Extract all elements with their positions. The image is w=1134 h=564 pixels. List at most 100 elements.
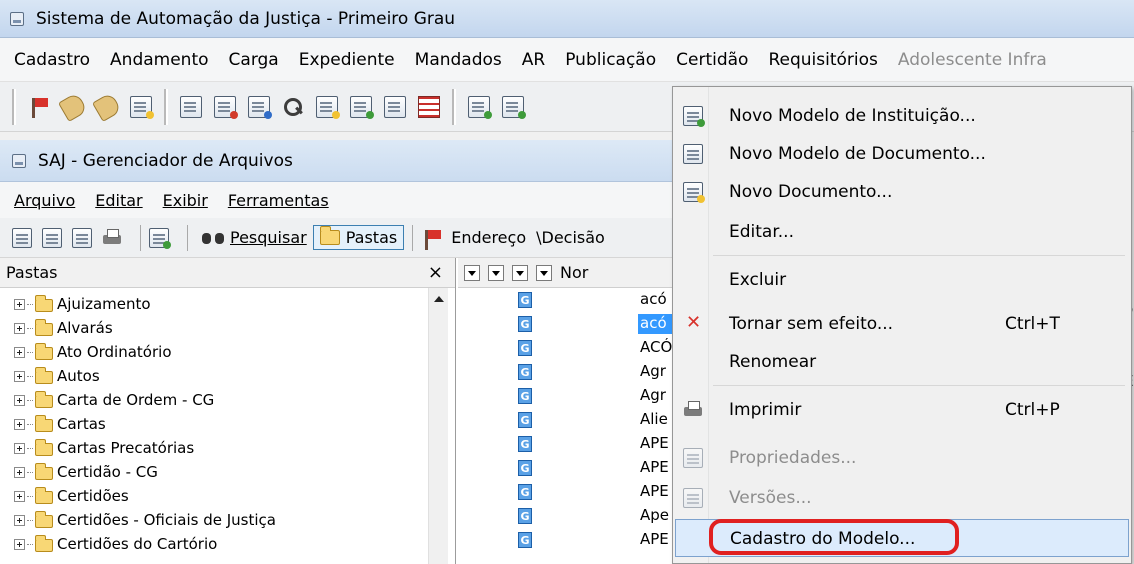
menu-separator bbox=[713, 255, 1125, 256]
document-icon[interactable] bbox=[180, 95, 202, 118]
tree-item[interactable]: Certidões do Cartório bbox=[14, 532, 434, 556]
list-item-name: ACÓ bbox=[640, 338, 672, 356]
list-item-selected[interactable]: Gacó bbox=[458, 312, 672, 336]
menu-item-delete[interactable]: Excluir bbox=[675, 261, 1129, 299]
menu-expediente[interactable]: Expediente bbox=[289, 50, 405, 70]
list-item[interactable]: Gacó bbox=[458, 288, 672, 312]
menu-editar[interactable]: Editar bbox=[95, 191, 142, 210]
list-item[interactable]: G APE bbox=[458, 456, 672, 480]
menu-carga[interactable]: Carga bbox=[219, 50, 289, 70]
document-g-icon: G bbox=[518, 316, 532, 332]
properties-icon[interactable] bbox=[72, 227, 92, 248]
tree-item[interactable]: Ajuizamento bbox=[14, 292, 434, 316]
folders-button[interactable]: Pastas bbox=[312, 225, 405, 250]
menu-ar[interactable]: AR bbox=[512, 50, 555, 70]
printer-icon[interactable] bbox=[102, 228, 122, 248]
menu-arquivo[interactable]: Arquivo bbox=[14, 191, 75, 210]
tag-icon[interactable] bbox=[57, 91, 89, 122]
menu-certidao[interactable]: Certidão bbox=[666, 50, 758, 70]
tree-item[interactable]: Cartas Precatórias bbox=[14, 436, 434, 460]
menu-item-print[interactable]: Imprimir Ctrl+P bbox=[675, 391, 1129, 429]
tree-item[interactable]: Certidões bbox=[14, 484, 434, 508]
refresh-icon[interactable] bbox=[149, 227, 171, 249]
menu-item-make-void[interactable]: Tornar sem efeito... Ctrl+T bbox=[675, 305, 1129, 343]
expand-icon[interactable] bbox=[14, 514, 25, 526]
app-title-bar: Sistema de Automação da Justiça - Primei… bbox=[0, 0, 1134, 38]
name-column-header[interactable]: Nor bbox=[560, 263, 588, 282]
menu-publicacao[interactable]: Publicação bbox=[555, 50, 666, 70]
expand-icon[interactable] bbox=[14, 538, 25, 550]
tree-item[interactable]: Carta de Ordem - CG bbox=[14, 388, 434, 412]
scroll-up-icon[interactable] bbox=[433, 296, 444, 302]
new-institution-model-icon bbox=[683, 106, 705, 127]
folders-pane-close-button[interactable]: × bbox=[428, 262, 443, 283]
tree-item[interactable]: Autos bbox=[14, 364, 434, 388]
file-list-header: Nor bbox=[458, 258, 672, 288]
menu-item-edit[interactable]: Editar... bbox=[675, 213, 1129, 251]
expand-icon[interactable] bbox=[14, 322, 25, 334]
tree-item[interactable]: Alvarás bbox=[14, 316, 434, 340]
document-next-icon[interactable] bbox=[502, 95, 526, 119]
list-item[interactable]: G Agr bbox=[458, 384, 672, 408]
expand-icon[interactable] bbox=[14, 442, 25, 454]
column-filter-dropdown[interactable] bbox=[488, 264, 504, 281]
document-search-icon[interactable] bbox=[282, 96, 304, 118]
column-filter-dropdown[interactable] bbox=[512, 264, 528, 281]
folders-scrollbar[interactable] bbox=[428, 288, 448, 564]
document-user-icon[interactable] bbox=[350, 95, 374, 119]
folder-icon bbox=[35, 343, 53, 360]
expand-icon[interactable] bbox=[14, 394, 25, 406]
document-copy-icon[interactable] bbox=[384, 95, 406, 118]
tree-item-label: Alvarás bbox=[57, 319, 113, 337]
document-red-icon[interactable] bbox=[214, 95, 238, 119]
list-item[interactable]: G APE bbox=[458, 528, 672, 552]
menu-ferramentas[interactable]: Ferramentas bbox=[228, 191, 329, 210]
list-item-name: APE bbox=[640, 482, 669, 500]
expand-icon[interactable] bbox=[14, 490, 25, 502]
menu-andamento[interactable]: Andamento bbox=[100, 50, 218, 70]
grid-icon[interactable] bbox=[418, 95, 440, 118]
address-value[interactable]: \Decisão bbox=[536, 228, 605, 247]
document-forward-icon[interactable] bbox=[468, 95, 492, 119]
tree-item[interactable]: Ato Ordinatório bbox=[14, 340, 434, 364]
document-g-icon: G bbox=[518, 436, 532, 452]
tree-item[interactable]: Cartas bbox=[14, 412, 434, 436]
toolbar-grip-3[interactable] bbox=[452, 88, 456, 125]
tree-item[interactable]: Certidão - CG bbox=[14, 460, 434, 484]
menu-mandados[interactable]: Mandados bbox=[405, 50, 512, 70]
column-filter-dropdown[interactable] bbox=[536, 264, 552, 281]
document-blue-icon[interactable] bbox=[248, 95, 272, 119]
flag-icon[interactable] bbox=[28, 96, 50, 118]
list-item[interactable]: G Ape bbox=[458, 504, 672, 528]
menu-item-new-document-model[interactable]: Novo Modelo de Documento... bbox=[675, 135, 1129, 173]
toolbar-grip[interactable] bbox=[12, 88, 16, 125]
expand-icon[interactable] bbox=[14, 346, 25, 358]
expand-icon[interactable] bbox=[14, 298, 25, 310]
list-item[interactable]: G APE bbox=[458, 480, 672, 504]
tree-item[interactable]: Certidões - Oficiais de Justiça bbox=[14, 508, 434, 532]
list-item[interactable]: G Alie bbox=[458, 408, 672, 432]
menu-item-rename[interactable]: Renomear bbox=[675, 343, 1129, 381]
toolbar-grip-2[interactable] bbox=[164, 88, 168, 125]
menu-item-new-document[interactable]: Novo Documento... bbox=[675, 173, 1129, 211]
copy-icon[interactable] bbox=[42, 227, 62, 248]
menu-cadastro[interactable]: Cadastro bbox=[4, 50, 100, 70]
label-icon[interactable] bbox=[91, 91, 123, 122]
expand-icon[interactable] bbox=[14, 370, 25, 382]
expand-icon[interactable] bbox=[14, 418, 25, 430]
column-filter-dropdown[interactable] bbox=[464, 264, 480, 281]
flag-icon[interactable] bbox=[421, 228, 442, 250]
toolbar-separator bbox=[140, 224, 141, 251]
list-item[interactable]: G APE bbox=[458, 432, 672, 456]
document-find-icon[interactable] bbox=[316, 95, 340, 119]
new-icon[interactable] bbox=[12, 227, 32, 248]
menu-exibir[interactable]: Exibir bbox=[163, 191, 208, 210]
document-g-icon: G bbox=[518, 460, 532, 476]
expand-icon[interactable] bbox=[14, 466, 25, 478]
list-item[interactable]: G ACÓ bbox=[458, 336, 672, 360]
list-item[interactable]: G Agr bbox=[458, 360, 672, 384]
users-icon[interactable] bbox=[130, 95, 154, 119]
menu-requisitorios[interactable]: Requisitórios bbox=[758, 50, 887, 70]
menu-item-new-institution-model[interactable]: Novo Modelo de Instituição... bbox=[675, 97, 1129, 135]
search-button[interactable]: Pesquisar bbox=[196, 226, 313, 249]
